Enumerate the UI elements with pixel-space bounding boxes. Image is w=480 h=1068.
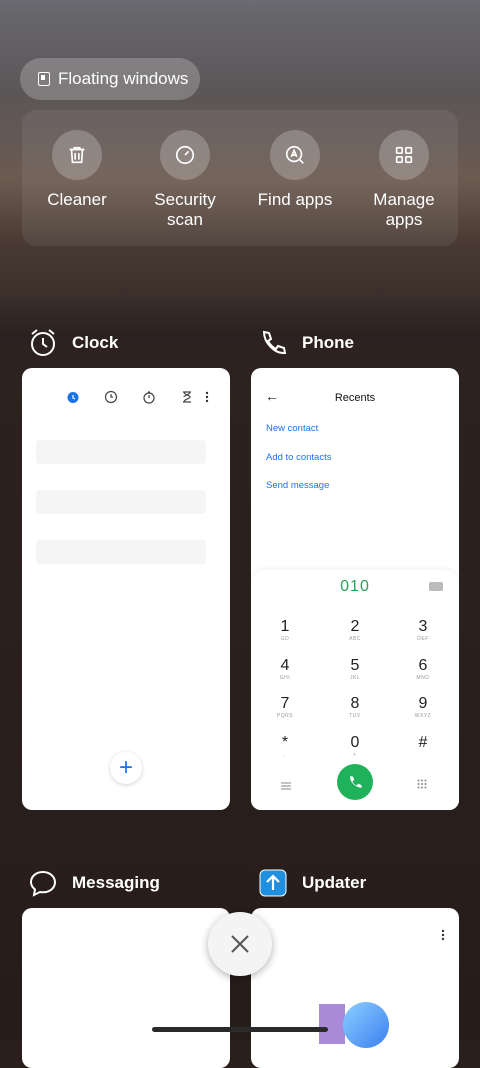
- stopwatch-tab-icon[interactable]: [142, 390, 156, 409]
- home-gesture-bar[interactable]: [152, 1027, 328, 1032]
- clock-app-card[interactable]: +: [22, 368, 230, 810]
- dialpad-toggle-icon[interactable]: [417, 776, 427, 794]
- security-scan-icon: [160, 130, 210, 180]
- backspace-icon[interactable]: [429, 582, 443, 591]
- call-button[interactable]: [337, 764, 373, 800]
- cleaner-label: Cleaner: [47, 190, 107, 209]
- trash-icon: [52, 130, 102, 180]
- alarm-row-placeholder: [36, 540, 206, 564]
- grid-icon: [379, 130, 429, 180]
- dial-key[interactable]: 5 JKL: [335, 657, 375, 682]
- dial-key[interactable]: 4 GHI: [265, 657, 305, 682]
- updater-app-card[interactable]: [251, 908, 459, 1068]
- clock-title: Clock: [72, 333, 119, 352]
- menu-icon[interactable]: [281, 777, 291, 795]
- close-icon: [231, 935, 249, 953]
- world-clock-tab-icon[interactable]: [104, 390, 118, 409]
- send-message-link[interactable]: Send message: [266, 480, 329, 491]
- dialed-number: 010: [340, 578, 370, 595]
- security-scan-button[interactable]: Security scan: [130, 130, 240, 230]
- phone-title: Phone: [302, 333, 354, 352]
- updater-app-header[interactable]: Updater: [258, 868, 366, 898]
- find-apps-icon: [270, 130, 320, 180]
- find-apps-button[interactable]: Find apps: [240, 130, 350, 210]
- clock-app-header[interactable]: Clock: [28, 328, 118, 358]
- messaging-app-header[interactable]: Messaging: [28, 868, 160, 898]
- alarm-row-placeholder: [36, 490, 206, 514]
- dial-key[interactable]: 7 PQRS: [265, 695, 305, 720]
- quick-tools-panel: Cleaner Security scan Find apps Manage a…: [22, 110, 458, 246]
- dial-key[interactable]: 9 WXYZ: [403, 695, 443, 720]
- add-alarm-button[interactable]: +: [110, 752, 142, 784]
- miui-logo-graphic: [343, 1002, 389, 1048]
- timer-tab-icon[interactable]: [180, 390, 194, 409]
- recents-title: Recents: [334, 392, 376, 404]
- find-apps-label: Find apps: [257, 190, 333, 209]
- floating-windows-button[interactable]: Floating windows: [20, 58, 200, 100]
- messaging-title: Messaging: [72, 873, 160, 892]
- more-options-icon[interactable]: [204, 390, 210, 409]
- close-all-button[interactable]: [208, 912, 272, 976]
- alarm-row-placeholder: [36, 440, 206, 464]
- dial-key[interactable]: 0 +: [335, 734, 375, 759]
- new-contact-link[interactable]: New contact: [266, 423, 318, 434]
- security-scan-label: Security scan: [154, 190, 216, 229]
- dial-key[interactable]: 3 DEF: [403, 618, 443, 643]
- miui-logo-graphic: [319, 1004, 345, 1044]
- dial-key[interactable]: *,: [265, 734, 305, 759]
- phone-app-header[interactable]: Phone: [258, 328, 354, 358]
- dial-key[interactable]: 6 MNO: [403, 657, 443, 682]
- dial-key[interactable]: 1 GD: [265, 618, 305, 643]
- manage-apps-button[interactable]: Manage apps: [349, 130, 459, 230]
- messaging-app-card[interactable]: [22, 908, 230, 1068]
- dial-key[interactable]: 8 TUV: [335, 695, 375, 720]
- clock-tabs: [22, 390, 230, 410]
- update-arrow-icon: [258, 868, 288, 898]
- phone-app-card[interactable]: ← Recents New contact Add to contacts Se…: [251, 368, 459, 810]
- cleaner-button[interactable]: Cleaner: [22, 130, 132, 210]
- more-options-icon[interactable]: [441, 928, 445, 946]
- manage-apps-label: Manage apps: [373, 190, 435, 229]
- dial-key[interactable]: 2 ABC: [335, 618, 375, 643]
- add-to-contacts-link[interactable]: Add to contacts: [266, 452, 331, 463]
- dial-key[interactable]: #: [403, 734, 443, 752]
- alarm-tab-icon[interactable]: [66, 390, 80, 409]
- updater-title: Updater: [302, 873, 367, 892]
- alarm-clock-icon: [28, 328, 58, 358]
- phone-icon: [258, 328, 288, 358]
- floating-window-icon: [38, 72, 50, 86]
- message-bubble-icon: [28, 868, 58, 898]
- dialpad: 010 1 GD 2 ABC 3 DEF 4 GHI 5 JKL 6 MNO 7 PQRS 8…: [251, 570, 459, 810]
- floating-windows-label: Floating windows: [58, 69, 189, 88]
